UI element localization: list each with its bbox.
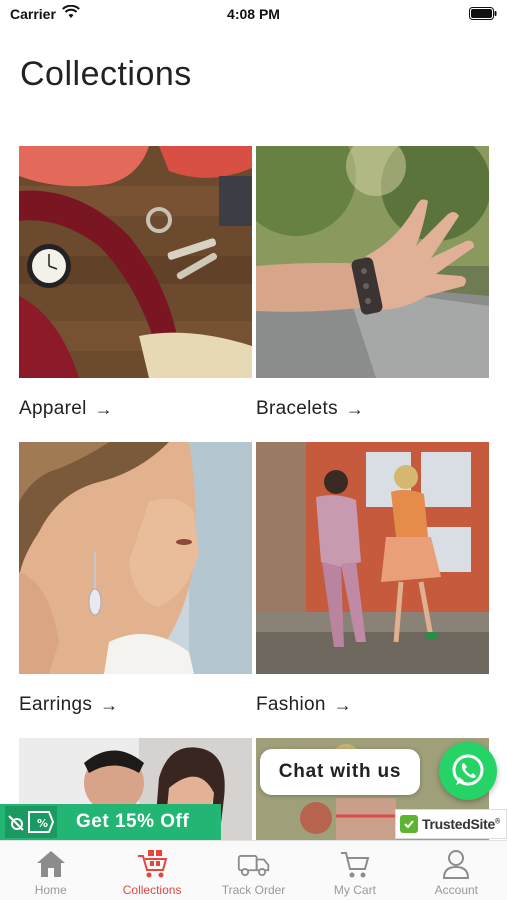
collection-image-apparel[interactable]	[19, 146, 252, 378]
collection-image-bracelets[interactable]	[256, 146, 489, 378]
whatsapp-icon[interactable]	[439, 742, 497, 800]
user-icon	[439, 847, 473, 881]
collection-label-fashion[interactable]: Fashion	[256, 694, 326, 716]
discount-banner[interactable]: % Get 15% Off	[0, 804, 221, 840]
collection-card-apparel[interactable]: Apparel →	[19, 146, 252, 419]
collection-image-earrings[interactable]	[19, 442, 252, 674]
collection-card-earrings[interactable]: Earrings →	[19, 442, 252, 715]
discount-tag-icon: %	[0, 804, 62, 840]
arrow-right-icon: →	[94, 398, 113, 419]
battery-icon	[469, 7, 497, 20]
tab-my-cart[interactable]: My Cart	[304, 841, 405, 900]
collection-label-apparel[interactable]: Apparel	[19, 398, 87, 420]
tab-home[interactable]: Home	[0, 841, 101, 900]
collection-label-bracelets[interactable]: Bracelets	[256, 398, 338, 420]
home-icon	[34, 847, 68, 881]
discount-label[interactable]: Get 15% Off	[76, 811, 189, 833]
checkmark-icon	[400, 815, 418, 833]
cart-icon	[338, 847, 372, 881]
clock: 4:08 PM	[227, 6, 280, 22]
truck-icon	[237, 847, 271, 881]
chat-with-us-button[interactable]: Chat with us	[260, 749, 420, 795]
tab-label-account: Account	[434, 883, 478, 897]
collection-image-fashion[interactable]	[256, 442, 489, 674]
collection-card-fashion[interactable]: Fashion →	[256, 442, 489, 715]
chat-label[interactable]: Chat with us	[279, 761, 402, 783]
arrow-right-icon: →	[333, 694, 352, 715]
status-bar: Carrier 4:08 PM	[0, 0, 507, 28]
tab-label-home: Home	[34, 883, 67, 897]
arrow-right-icon: →	[100, 694, 119, 715]
tab-account[interactable]: Account	[406, 841, 507, 900]
arrow-right-icon: →	[345, 398, 364, 419]
collection-label-earrings[interactable]: Earrings	[19, 694, 92, 716]
svg-text:%: %	[37, 817, 48, 830]
tab-label-collections: Collections	[122, 883, 182, 897]
tab-collections[interactable]: Collections	[101, 841, 202, 900]
tab-label-my-cart: My Cart	[333, 883, 376, 897]
trustedsite-badge[interactable]: TrustedSite®	[395, 809, 507, 839]
tab-label-track-order: Track Order	[221, 883, 286, 897]
tab-track-order[interactable]: Track Order	[203, 841, 304, 900]
collection-card-bracelets[interactable]: Bracelets →	[256, 146, 489, 419]
page-title: Collections	[20, 55, 192, 93]
collections-icon	[135, 847, 169, 881]
bottom-tab-bar: Home Collections Track Order My Cart Acc…	[0, 840, 507, 900]
trustedsite-label: TrustedSite®	[422, 816, 500, 832]
